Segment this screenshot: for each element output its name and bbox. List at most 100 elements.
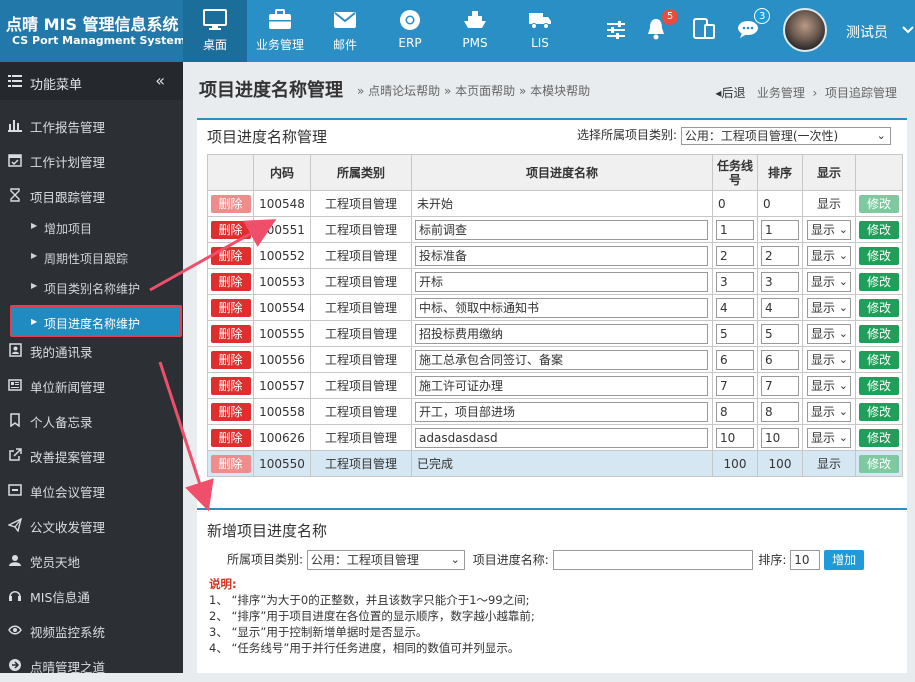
row-name-input[interactable]: 施工许可证办理 — [415, 375, 708, 396]
modify-button[interactable]: 修改 — [859, 454, 899, 473]
sidebar-item-contacts[interactable]: 我的通讯录 — [0, 333, 183, 367]
row-name-input[interactable]: 中标、领取中标通知书 — [415, 297, 708, 318]
breadcrumb-level2[interactable]: 项目追踪管理 — [825, 86, 897, 100]
nav-pms[interactable]: PMS — [443, 0, 507, 62]
row-task-input[interactable]: 2 — [716, 245, 754, 266]
row-task-input[interactable]: 6 — [716, 349, 754, 370]
delete-button[interactable]: 删除 — [210, 376, 251, 395]
row-show-select[interactable]: 显示 ⌄ — [807, 427, 851, 448]
row-order-input[interactable]: 6 — [761, 349, 799, 370]
row-order-input[interactable]: 10 — [761, 427, 799, 448]
row-name-input[interactable]: 标前调查 — [415, 219, 708, 240]
delete-button[interactable]: 删除 — [210, 194, 251, 213]
sidebar-item-meetings[interactable]: 单位会议管理 — [0, 473, 183, 507]
modify-button[interactable]: 修改 — [859, 298, 899, 317]
row-show-select[interactable]: 显示 ⌄ — [807, 323, 851, 344]
row-show-select[interactable]: 显示 ⌄ — [807, 271, 851, 292]
row-name-input[interactable]: adasdasdasd — [415, 427, 708, 448]
avatar[interactable] — [783, 8, 827, 52]
category-select[interactable]: 公用：工程项目管理 ⌄ — [306, 550, 465, 570]
row-task-input[interactable]: 7 — [716, 375, 754, 396]
modify-button[interactable]: 修改 — [859, 220, 899, 239]
modify-button[interactable]: 修改 — [859, 376, 899, 395]
modify-button[interactable]: 修改 — [859, 428, 899, 447]
nav-desktop[interactable]: 桌面 — [183, 0, 247, 62]
order-input[interactable]: 10 — [790, 550, 821, 570]
modify-button[interactable]: 修改 — [859, 272, 899, 291]
help-link-forum[interactable]: » 点晴论坛帮助 — [357, 84, 440, 98]
delete-button[interactable]: 删除 — [210, 454, 251, 473]
nav-mail[interactable]: 邮件 — [313, 0, 377, 62]
delete-button[interactable]: 删除 — [210, 298, 251, 317]
back-link[interactable]: ◂后退 — [715, 86, 745, 100]
row-name-input[interactable]: 投标准备 — [415, 245, 708, 266]
row-task-input[interactable]: 5 — [716, 323, 754, 344]
row-show-select[interactable]: 显示 ⌄ — [807, 401, 851, 422]
sidebar-subitem-periodic-tracking[interactable]: ▶ 周期性项目跟踪 — [0, 243, 183, 273]
breadcrumb-level1[interactable]: 业务管理 — [757, 86, 805, 100]
chat-icon[interactable] — [737, 19, 759, 39]
nav-business[interactable]: 业务管理 — [248, 0, 312, 62]
sidebar-item-party[interactable]: 党员天地 — [0, 543, 183, 577]
sidebar-item-mis-info[interactable]: MIS信息通 — [0, 578, 183, 612]
row-task-input[interactable]: 10 — [716, 427, 754, 448]
help-link-module[interactable]: » 本模块帮助 — [519, 84, 590, 98]
sliders-icon[interactable] — [606, 20, 626, 40]
sidebar-subitem-category-names[interactable]: ▶ 项目类别名称维护 — [0, 273, 183, 303]
delete-button[interactable]: 删除 — [210, 272, 251, 291]
row-name-input[interactable]: 开标 — [415, 271, 708, 292]
sidebar-item-memo[interactable]: 个人备忘录 — [0, 403, 183, 437]
modify-button[interactable]: 修改 — [859, 324, 899, 343]
row-task-input[interactable]: 3 — [716, 271, 754, 292]
row-show-select[interactable]: 显示 ⌄ — [807, 375, 851, 396]
row-order-input[interactable]: 2 — [761, 245, 799, 266]
row-order-input[interactable]: 8 — [761, 401, 799, 422]
row-order-input[interactable]: 5 — [761, 323, 799, 344]
modify-button[interactable]: 修改 — [859, 350, 899, 369]
delete-button[interactable]: 删除 — [210, 402, 251, 421]
row-order-input[interactable]: 3 — [761, 271, 799, 292]
help-link-page[interactable]: » 本页面帮助 — [444, 84, 515, 98]
sidebar-item-work-report[interactable]: 工作报告管理 — [0, 108, 183, 142]
sidebar-item-video[interactable]: 视频监控系统 — [0, 613, 183, 647]
delete-button[interactable]: 删除 — [210, 350, 251, 369]
devices-icon[interactable] — [692, 18, 716, 40]
delete-button[interactable]: 删除 — [210, 220, 251, 239]
modify-button[interactable]: 修改 — [859, 194, 899, 213]
table-cell: 删除 — [207, 268, 254, 295]
row-task-input[interactable]: 4 — [716, 297, 754, 318]
row-order-input[interactable]: 1 — [761, 219, 799, 240]
row-show-select[interactable]: 显示 ⌄ — [807, 297, 851, 318]
row-task-input[interactable]: 8 — [716, 401, 754, 422]
row-name-input[interactable]: 施工总承包合同签订、备案 — [415, 349, 708, 370]
sidebar-item-work-plan[interactable]: 工作计划管理 — [0, 143, 183, 177]
sidebar-subitem-add-project[interactable]: ▶ 增加项目 — [0, 213, 183, 243]
nav-erp[interactable]: ERP — [378, 0, 442, 62]
nav-lis[interactable]: LIS — [508, 0, 572, 62]
progress-name-input[interactable] — [552, 550, 753, 570]
user-name[interactable]: 测试员 — [846, 22, 888, 42]
delete-button[interactable]: 删除 — [210, 246, 251, 265]
sidebar-item-management-way[interactable]: 点晴管理之道 — [0, 648, 183, 682]
sidebar-item-project-tracking[interactable]: 项目跟踪管理 — [0, 178, 183, 212]
delete-button[interactable]: 删除 — [210, 324, 251, 343]
delete-button[interactable]: 删除 — [210, 428, 251, 447]
chevron-down-icon[interactable] — [902, 26, 914, 34]
row-order-input[interactable]: 7 — [761, 375, 799, 396]
row-show-select[interactable]: 显示 ⌄ — [807, 245, 851, 266]
row-code: 100556 — [259, 352, 305, 367]
row-task-input[interactable]: 1 — [716, 219, 754, 240]
row-show-select[interactable]: 显示 ⌄ — [807, 219, 851, 240]
sidebar-item-proposals[interactable]: 改善提案管理 — [0, 438, 183, 472]
modify-button[interactable]: 修改 — [859, 402, 899, 421]
row-order-input[interactable]: 4 — [761, 297, 799, 318]
collapse-icon[interactable]: « — [155, 71, 165, 90]
row-show-select[interactable]: 显示 ⌄ — [807, 349, 851, 370]
row-name-input[interactable]: 招投标费用缴纳 — [415, 323, 708, 344]
sidebar-item-news[interactable]: 单位新闻管理 — [0, 368, 183, 402]
add-button[interactable]: 增加 — [824, 550, 865, 570]
category-filter-select[interactable]: 公用：工程项目管理(一次性) ⌄ — [680, 126, 891, 145]
modify-button[interactable]: 修改 — [859, 246, 899, 265]
sidebar-item-documents[interactable]: 公文收发管理 — [0, 508, 183, 542]
row-name-input[interactable]: 开工，项目部进场 — [415, 401, 708, 422]
